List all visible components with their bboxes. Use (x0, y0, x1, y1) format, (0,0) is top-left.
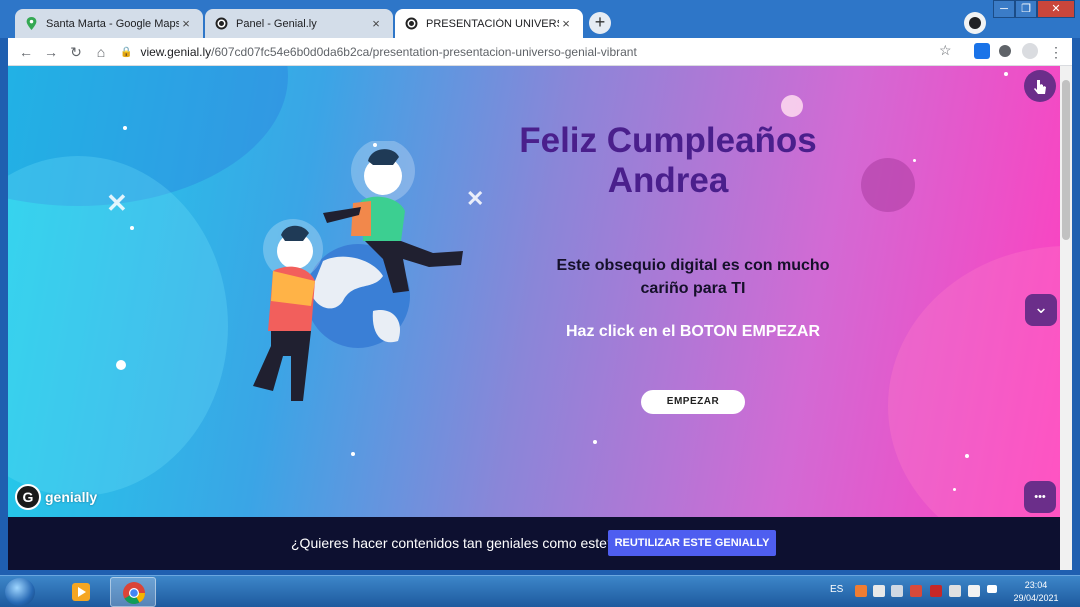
system-clock[interactable]: 23:04 29/04/2021 (1006, 579, 1066, 605)
promo-text: ¿Quieres hacer contenidos tan geniales c… (291, 535, 615, 551)
language-indicator[interactable]: ES (830, 584, 843, 595)
scrollbar-thumb[interactable] (1062, 80, 1070, 240)
genially-favicon-icon (405, 17, 418, 30)
interactivity-hand-icon[interactable] (1024, 70, 1056, 102)
slide-subtitle: Este obsequio digital es con mucho cariñ… (528, 254, 858, 300)
browser-titlebar: Santa Marta - Google Maps × Panel - Geni… (0, 0, 1080, 38)
profile-avatar-icon[interactable] (1022, 43, 1038, 59)
instruction-text: Haz click en el BOTON EMPEZAR (566, 323, 820, 340)
start-button[interactable]: EMPEZAR (641, 390, 745, 414)
background-blob (888, 246, 1060, 517)
tab-title: PRESENTACIÓN UNIVERSO GENI (426, 17, 559, 30)
extensions-puzzle-icon[interactable] (999, 45, 1011, 57)
tab-close-icon[interactable]: × (369, 16, 383, 31)
more-options-button[interactable]: ••• (1024, 481, 1056, 513)
tray-screenshot-icon[interactable] (873, 585, 885, 597)
genially-favicon-icon (215, 17, 228, 30)
tab-close-icon[interactable]: × (559, 16, 573, 31)
genially-brand[interactable]: G genially (15, 484, 97, 510)
url-path: /607cd07fc54e6b0d0da6b2ca/presentation-p… (211, 45, 637, 59)
genially-wordmark: genially (45, 489, 98, 505)
reload-icon[interactable]: ↻ (66, 42, 86, 62)
star-dot (1004, 72, 1008, 76)
headline-line-2: Andrea (607, 161, 729, 200)
screen: Santa Marta - Google Maps × Panel - Geni… (0, 0, 1080, 607)
tray-mcafee-icon[interactable] (930, 585, 942, 597)
star-dot (965, 454, 969, 458)
signal-strength-icon[interactable] (987, 585, 997, 593)
start-button[interactable] (5, 578, 35, 606)
sparkle-cross-icon: ✕ (106, 188, 128, 218)
maps-pin-icon (26, 17, 37, 30)
forward-icon[interactable]: → (41, 42, 61, 62)
slide-headline: Feliz Cumpleaños Andrea (488, 121, 848, 201)
lock-icon: 🔒 (120, 46, 133, 58)
page-scrollbar[interactable] (1060, 66, 1072, 570)
windows-taskbar: ES 23:04 29/04/2021 (0, 575, 1080, 607)
tab-google-maps[interactable]: Santa Marta - Google Maps × (15, 9, 203, 38)
tray-volume-icon[interactable] (891, 585, 903, 597)
astronauts-illustration (253, 141, 463, 401)
tab-search-icon[interactable] (964, 12, 986, 34)
next-slide-button[interactable]: ⌄ (1025, 294, 1057, 326)
address-bar[interactable]: 🔒 view.genial.ly /607cd07fc54e6b0d0da6b2… (120, 40, 970, 64)
chrome-taskbar-button[interactable] (110, 577, 156, 607)
tab-title: Santa Marta - Google Maps (46, 17, 179, 30)
subtitle-line-2: cariño para TI (640, 280, 746, 297)
tab-genially-panel[interactable]: Panel - Genial.ly × (205, 9, 393, 38)
hand-pointer-icon (1034, 80, 1046, 94)
reuse-promo-bar: ¿Quieres hacer contenidos tan geniales c… (8, 517, 1060, 570)
star-dot (123, 126, 127, 130)
star-dot (116, 360, 126, 370)
extension-search-icon[interactable] (974, 43, 990, 59)
clock-time: 23:04 (1024, 580, 1048, 590)
minimize-button[interactable]: ─ (993, 0, 1015, 18)
genially-slide: ✕ ✕ Feliz Cumpleaños Andrea Este obsequi… (8, 66, 1060, 517)
headline-line-1: Feliz Cumpleaños (519, 121, 817, 160)
star-dot (913, 159, 916, 162)
star-dot (351, 452, 355, 456)
chrome-icon (123, 582, 145, 604)
media-player-taskbar-button[interactable] (58, 577, 104, 607)
planet-circle (861, 158, 915, 212)
back-icon[interactable]: ← (16, 42, 36, 62)
genially-logo-icon: G (15, 484, 41, 510)
bookmark-star-icon[interactable]: ☆ (939, 42, 952, 59)
tab-title: Panel - Genial.ly (236, 17, 317, 30)
media-player-icon (72, 583, 90, 601)
subtitle-line-1: Este obsequio digital es con mucho (556, 257, 830, 274)
star-dot (953, 488, 956, 491)
tab-presentation[interactable]: PRESENTACIÓN UNIVERSO GENI × (395, 9, 583, 38)
menu-kebab-icon[interactable]: ⋮ (1046, 42, 1066, 62)
reuse-genially-button[interactable]: REUTILIZAR ESTE GENIALLY (608, 530, 776, 556)
tray-network-icon[interactable] (968, 585, 980, 597)
maximize-button[interactable]: ❐ (1015, 0, 1037, 18)
star-dot (781, 95, 803, 117)
tab-close-icon[interactable]: × (179, 16, 193, 31)
tray-app-icon[interactable] (910, 585, 922, 597)
tray-app-icon[interactable] (855, 585, 867, 597)
clock-date: 29/04/2021 (1013, 593, 1059, 603)
close-window-button[interactable]: ✕ (1037, 0, 1075, 18)
new-tab-button[interactable]: + (589, 12, 611, 34)
star-dot (130, 226, 134, 230)
tray-flag-icon[interactable] (949, 585, 961, 597)
url-host: view.genial.ly (140, 45, 212, 59)
browser-toolbar: ← → ↻ ⌂ 🔒 view.genial.ly /607cd07fc54e6b… (8, 38, 1072, 66)
home-icon[interactable]: ⌂ (91, 42, 111, 62)
star-dot (593, 440, 597, 444)
